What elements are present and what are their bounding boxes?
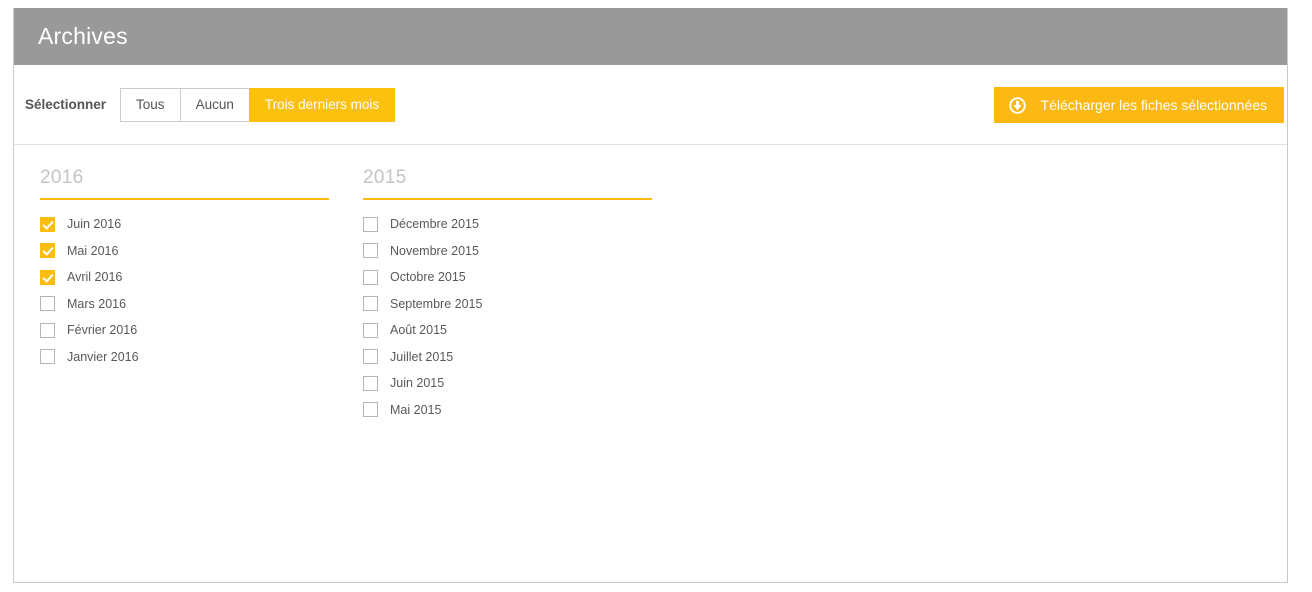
select-none-button[interactable]: Aucun <box>179 87 249 122</box>
month-list-2016: Juin 2016 Mai 2016 Avril 2016 Mars 2016 … <box>40 211 336 370</box>
month-checkbox[interactable] <box>363 296 378 312</box>
select-label: Sélectionner <box>25 97 107 112</box>
year-column-2016: 2016 Juin 2016 Mai 2016 Avril 2016 Mars <box>14 167 336 423</box>
month-label: Octobre 2015 <box>390 270 466 285</box>
year-heading: 2016 <box>40 167 84 188</box>
month-checkbox[interactable] <box>363 375 378 391</box>
month-checkbox[interactable] <box>40 269 55 285</box>
year-column-2015: 2015 Décembre 2015 Novembre 2015 Octobre… <box>336 167 658 423</box>
panel-header: Archives <box>14 8 1287 65</box>
list-item[interactable]: Septembre 2015 <box>363 291 658 318</box>
month-checkbox[interactable] <box>40 216 55 232</box>
select-last-three-months-button[interactable]: Trois derniers mois <box>248 87 396 122</box>
month-label: Février 2016 <box>67 323 138 338</box>
month-label: Juillet 2015 <box>390 349 454 364</box>
list-item[interactable]: Août 2015 <box>363 317 658 344</box>
list-item[interactable]: Janvier 2016 <box>40 344 336 371</box>
download-selected-button[interactable]: Télécharger les fiches sélectionnées <box>993 87 1284 123</box>
month-checkbox[interactable] <box>40 322 55 338</box>
page-title: Archives <box>38 23 128 49</box>
year-divider <box>363 198 652 200</box>
month-label: Septembre 2015 <box>390 296 483 311</box>
month-checkbox[interactable] <box>363 322 378 338</box>
month-checkbox[interactable] <box>40 296 55 312</box>
month-label: Janvier 2016 <box>67 349 139 364</box>
month-checkbox[interactable] <box>40 243 55 259</box>
list-item[interactable]: Octobre 2015 <box>363 264 658 291</box>
year-divider <box>40 198 329 200</box>
download-circle-icon <box>1008 96 1026 114</box>
month-checkbox[interactable] <box>363 402 378 418</box>
month-label: Avril 2016 <box>67 270 123 285</box>
list-item[interactable]: Décembre 2015 <box>363 211 658 238</box>
month-label: Août 2015 <box>390 323 447 338</box>
month-label: Décembre 2015 <box>390 217 479 232</box>
month-checkbox[interactable] <box>363 243 378 259</box>
list-item[interactable]: Juillet 2015 <box>363 344 658 371</box>
list-item[interactable]: Juin 2016 <box>40 211 336 238</box>
list-item[interactable]: Mai 2015 <box>363 397 658 424</box>
year-heading: 2015 <box>363 167 407 188</box>
month-label: Mai 2016 <box>67 243 119 258</box>
archives-panel: Archives Sélectionner Tous Aucun Trois d… <box>13 8 1288 583</box>
list-item[interactable]: Novembre 2015 <box>363 238 658 265</box>
list-item[interactable]: Février 2016 <box>40 317 336 344</box>
month-label: Novembre 2015 <box>390 243 479 258</box>
month-checkbox[interactable] <box>363 216 378 232</box>
selection-toolbar: Sélectionner Tous Aucun Trois derniers m… <box>14 65 1287 145</box>
download-selected-label: Télécharger les fiches sélectionnées <box>1040 97 1267 113</box>
month-label: Mai 2015 <box>390 402 442 417</box>
select-all-button[interactable]: Tous <box>120 87 180 122</box>
selection-button-group: Tous Aucun Trois derniers mois <box>120 87 396 122</box>
list-item[interactable]: Avril 2016 <box>40 264 336 291</box>
month-label: Mars 2016 <box>67 296 127 311</box>
list-item[interactable]: Juin 2015 <box>363 370 658 397</box>
month-list-2015: Décembre 2015 Novembre 2015 Octobre 2015… <box>363 211 658 423</box>
list-item[interactable]: Mai 2016 <box>40 238 336 265</box>
year-columns: 2016 Juin 2016 Mai 2016 Avril 2016 Mars <box>14 145 1287 423</box>
month-label: Juin 2015 <box>390 376 445 391</box>
month-checkbox[interactable] <box>363 349 378 365</box>
list-item[interactable]: Mars 2016 <box>40 291 336 318</box>
month-checkbox[interactable] <box>40 349 55 365</box>
month-label: Juin 2016 <box>67 217 122 232</box>
month-checkbox[interactable] <box>363 269 378 285</box>
